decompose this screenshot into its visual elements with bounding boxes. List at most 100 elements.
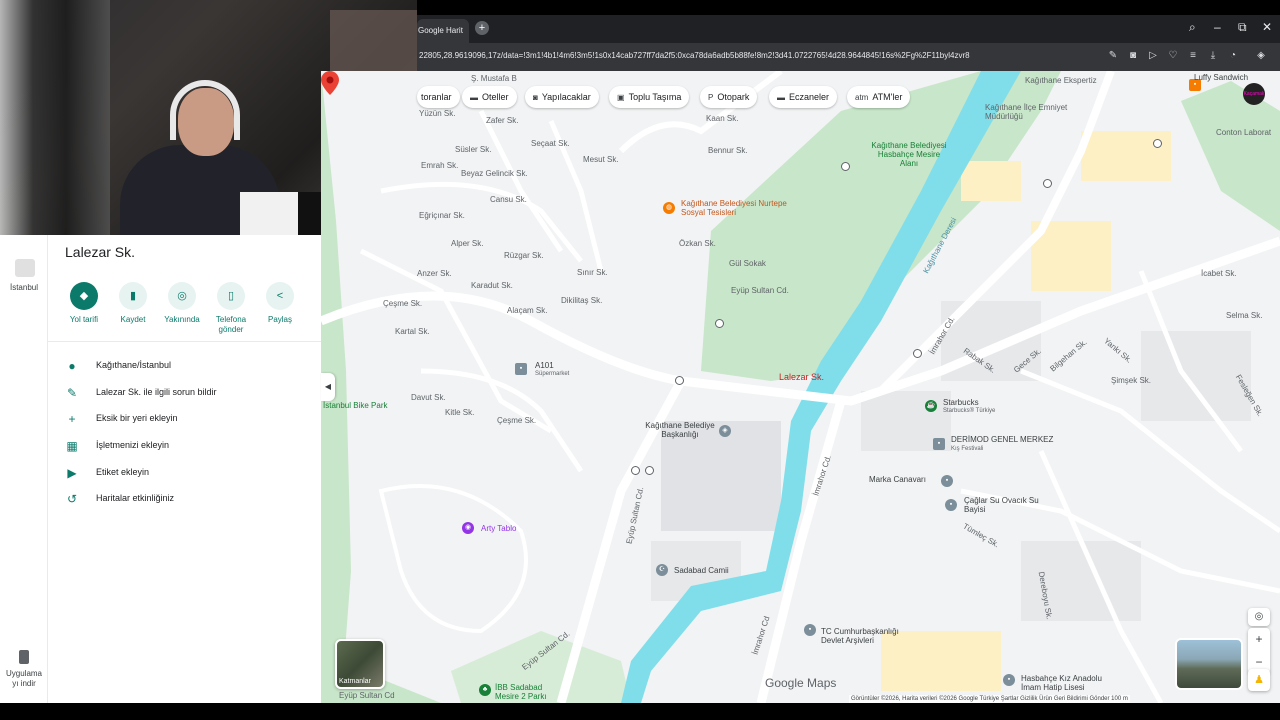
poi-label[interactable]: Kağıthane İlçe Emniyet Müdürlüğü	[985, 103, 1075, 121]
send-to-phone-button[interactable]: ▯ Telefona gönder	[207, 282, 255, 335]
coffee-icon[interactable]: ☕	[925, 400, 937, 412]
poi-label[interactable]: Marka Canavarı	[869, 475, 926, 484]
share-label: Paylaş	[267, 315, 292, 324]
get-app-label-1[interactable]: Uygulama	[0, 669, 48, 678]
pegman-icon[interactable]: ♟	[1248, 669, 1270, 691]
url-field[interactable]: 22805,28.9619096,17z/data=!3m1!4b1!4m6!3…	[419, 51, 970, 60]
get-app-label-2[interactable]: yı indir	[0, 679, 48, 688]
park-label[interactable]: İBB Sadabad Mesire 2 Parkı	[495, 683, 565, 701]
share-icon: <	[266, 282, 294, 310]
shop-icon[interactable]: ▪	[933, 438, 945, 450]
heart-icon[interactable]: ♡	[1167, 50, 1179, 62]
save-button[interactable]: ▮ Kaydet	[109, 282, 157, 325]
bus-stop-icon[interactable]	[1153, 139, 1162, 148]
poi-label[interactable]: Arty Tablo	[481, 524, 516, 533]
new-tab-button[interactable]: +	[475, 21, 489, 35]
street-label: Mesut Sk.	[583, 155, 619, 164]
profile-icon[interactable]: ◔	[1227, 50, 1239, 62]
street-view-thumbnail[interactable]	[1175, 638, 1243, 690]
map-canvas[interactable]: toranlar ▬ Oteller ◙ Yapılacaklar ▣ Toplu T…	[321, 71, 1280, 703]
info-row-add-business[interactable]: ▦ İşletmenizi ekleyin	[65, 437, 315, 457]
supermarket-icon[interactable]: ▪	[515, 363, 527, 375]
archive-icon[interactable]: ▪	[804, 624, 816, 636]
search-tabs-icon[interactable]: ⌕	[1189, 20, 1196, 35]
recent-place-label[interactable]: İstanbul	[0, 283, 48, 292]
bus-stop-icon[interactable]	[913, 349, 922, 358]
gallery-icon[interactable]: ◉	[462, 522, 474, 534]
street-label: Sınır Sk.	[577, 268, 608, 277]
poi-label[interactable]: Starbucks	[943, 398, 979, 407]
chip-restaurants[interactable]: toranlar	[417, 86, 460, 108]
park-label[interactable]: İstanbul Bike Park	[323, 401, 387, 410]
bus-stop-icon[interactable]	[1043, 179, 1052, 188]
info-row-add-place[interactable]: + Eksik bir yeri ekleyin	[65, 410, 315, 430]
selected-place-label[interactable]: Lalezar Sk.	[779, 372, 824, 382]
poi-label[interactable]: Conton Laborat	[1216, 128, 1271, 137]
street-label: Anzer Sk.	[417, 269, 452, 278]
browser-tab[interactable]: Google Harit	[417, 19, 469, 43]
poi-label[interactable]: DERİMOD GENEL MERKEZ	[951, 435, 1053, 444]
pharmacy-icon: ▬	[777, 93, 785, 102]
download-icon[interactable]: ⤓	[1207, 50, 1219, 62]
nearby-icon: ◎	[168, 282, 196, 310]
poi-label[interactable]: Kağıthane Ekspertiz	[1025, 76, 1105, 85]
poi-label[interactable]: TC Cumhurbaşkanlığı Devlet Arşivleri	[821, 627, 921, 645]
poi-label[interactable]: Sadabad Camii	[674, 566, 729, 575]
poi-label[interactable]: Luffy Sandwich	[1194, 73, 1248, 82]
poi-label[interactable]: Kağıthane Belediyesi Nurtepe Sosyal Tesi…	[681, 199, 791, 217]
government-icon[interactable]: ◈	[719, 425, 731, 437]
camera-icon[interactable]: ◙	[1127, 50, 1139, 62]
info-row-activity[interactable]: ↺ Haritalar etkinliğiniz	[65, 490, 315, 510]
directions-button[interactable]: ◆ Yol tarifi	[60, 282, 108, 325]
chip-hotels[interactable]: ▬ Oteller	[462, 86, 517, 108]
browser-tab-bar: Google Harit + ⌕ – ⧉ ✕	[417, 15, 1280, 43]
bus-stop-icon[interactable]	[841, 162, 850, 171]
screen: Google Harit + ⌕ – ⧉ ✕ 22805,28.9619096,…	[0, 0, 1280, 720]
poi-label[interactable]: Hasbahçe Kız Anadolu İmam Hatip Lisesi	[1021, 674, 1111, 692]
water-shop-icon[interactable]: ▪	[945, 499, 957, 511]
send-icon[interactable]: ▷	[1147, 50, 1159, 62]
chip-atms[interactable]: atm ATM'ler	[847, 86, 911, 108]
info-row-report[interactable]: ✎ Lalezar Sk. ile ilgili sorun bildir	[65, 384, 315, 404]
menu-icon[interactable]: ≡	[1187, 50, 1199, 62]
street-label: Alaçam Sk.	[507, 306, 548, 315]
account-avatar[interactable]: Kaçamak	[1243, 83, 1265, 105]
chip-transit[interactable]: ▣ Toplu Taşıma	[609, 86, 690, 108]
selected-place-pin-icon[interactable]	[321, 71, 339, 95]
chip-things-to-do[interactable]: ◙ Yapılacaklar	[525, 86, 599, 108]
info-row-address[interactable]: ● Kağıthane/İstanbul	[65, 357, 315, 377]
phone-icon[interactable]	[19, 650, 29, 664]
park-icon[interactable]: ♣	[479, 684, 491, 696]
add-label-text: Etiket ekleyin	[96, 467, 150, 477]
collapse-panel-button[interactable]: ◀	[321, 373, 335, 401]
zoom-in-button[interactable]: +	[1248, 628, 1270, 651]
share-button[interactable]: < Paylaş	[256, 282, 304, 325]
street-label: İcabet Sk.	[1201, 269, 1237, 278]
restore-icon[interactable]: ⧉	[1238, 20, 1247, 35]
my-location-icon[interactable]: ◎	[1248, 608, 1270, 626]
bus-stop-icon[interactable]	[645, 466, 654, 475]
store-icon[interactable]: ▪	[941, 475, 953, 487]
nearby-button[interactable]: ◎ Yakınında	[158, 282, 206, 325]
restaurant-icon[interactable]: ◍	[663, 202, 675, 214]
close-icon[interactable]: ✕	[1262, 20, 1272, 34]
bus-stop-icon[interactable]	[675, 376, 684, 385]
recent-place-thumbnail[interactable]	[15, 259, 35, 277]
layers-button[interactable]: Katmanlar	[335, 639, 385, 689]
poi-label[interactable]: Çağlar Su Ovacık Su Bayisi	[964, 496, 1044, 514]
minimize-icon[interactable]: –	[1214, 20, 1221, 34]
mosque-icon[interactable]: ☪	[656, 564, 668, 576]
bottom-black-bar	[0, 703, 1280, 720]
chip-pharmacies[interactable]: ▬ Eczaneler	[769, 86, 838, 108]
chip-parking[interactable]: P Otopark	[700, 86, 758, 108]
poi-sublabel: Starbucks® Türkiye	[943, 408, 996, 414]
bus-stop-icon[interactable]	[715, 319, 724, 328]
info-row-add-label[interactable]: ▶ Etiket ekleyin	[65, 464, 315, 484]
extension-icon[interactable]: ◈	[1255, 50, 1267, 62]
park-label[interactable]: Kağıthane Belediyesi Hasbahçe Mesire Ala…	[869, 141, 949, 168]
poi-label[interactable]: Kağıthane Belediye Başkanlığı	[635, 421, 725, 439]
bus-stop-icon[interactable]	[631, 466, 640, 475]
poi-label[interactable]: A101	[535, 361, 554, 370]
school-icon[interactable]: ▪	[1003, 674, 1015, 686]
edit-icon[interactable]: ✎	[1107, 50, 1119, 62]
